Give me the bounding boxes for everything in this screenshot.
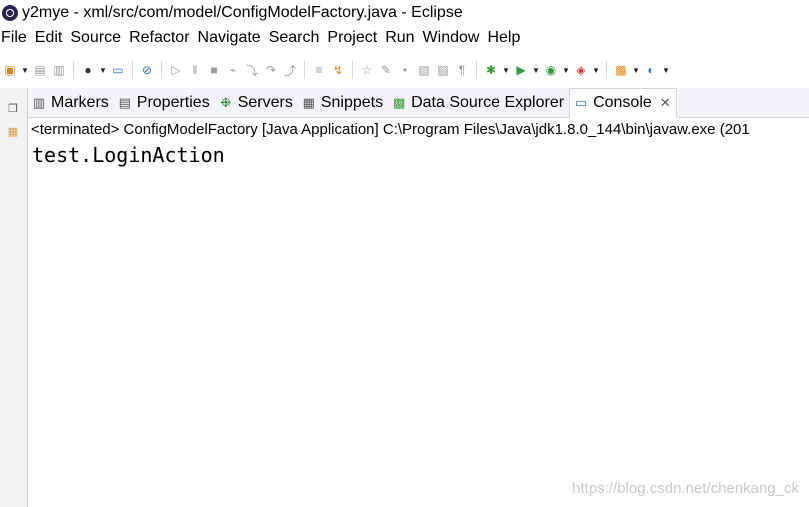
toolbar-separator [304, 61, 305, 79]
snippets-icon: ▦ [302, 94, 315, 110]
run-server-dropdown-caret[interactable]: ▼ [592, 62, 600, 78]
new-class-icon[interactable]: ◐ [643, 62, 659, 78]
console-icon: ▭ [574, 95, 588, 110]
coverage-icon[interactable]: ◉ [543, 62, 559, 78]
menu-search[interactable]: Search [269, 29, 328, 47]
tab-console[interactable]: ▭ Console ✕ [569, 88, 677, 118]
view-tab-strip: ▥ Markers ▤ Properties ❉ Servers ▦ Snipp… [28, 88, 809, 118]
console-output[interactable]: test.LoginAction [32, 142, 225, 168]
watermark: https://blog.csdn.net/chenkang_ck [572, 480, 799, 497]
tab-data-source-explorer[interactable]: ▩ Data Source Explorer [388, 88, 569, 117]
use-step-filters-icon[interactable]: ≡ [311, 62, 327, 78]
terminate-icon[interactable]: ■ [206, 62, 222, 78]
show-whitespace-icon[interactable]: ¶ [454, 62, 470, 78]
menu-help[interactable]: Help [487, 29, 528, 47]
new-icon[interactable]: ▣ [2, 62, 18, 78]
menu-window[interactable]: Window [423, 29, 488, 47]
disconnect-icon[interactable]: ⌁ [225, 62, 241, 78]
menu-source[interactable]: Source [70, 29, 129, 47]
menu-edit[interactable]: Edit [35, 29, 71, 47]
tab-markers[interactable]: ▥ Markers [28, 88, 114, 117]
servers-icon: ❉ [220, 94, 232, 110]
suspend-icon[interactable]: ‖ [187, 62, 203, 78]
new-java-project-icon[interactable]: ▩ [613, 62, 629, 78]
debug-icon[interactable]: ✱ [483, 62, 499, 78]
tab-label: Properties [136, 93, 210, 111]
menu-bar: File Edit Source Refactor Navigate Searc… [0, 26, 809, 50]
step-return-icon[interactable]: ⤴ [282, 62, 298, 78]
toolbar-separator [132, 61, 133, 79]
debug-dropdown-caret[interactable]: ▼ [502, 62, 510, 78]
toggle-breadcrumb-icon[interactable]: ▧ [416, 62, 432, 78]
tab-label: Console [593, 94, 652, 111]
run-dropdown-caret[interactable]: ▼ [532, 62, 540, 78]
tab-properties[interactable]: ▤ Properties [114, 88, 215, 117]
menu-run[interactable]: Run [385, 29, 422, 47]
save-icon[interactable]: ▤ [32, 62, 48, 78]
properties-icon: ▤ [118, 94, 131, 110]
toolbar-separator [606, 61, 607, 79]
mark-occurrences-icon[interactable]: • [397, 62, 413, 78]
data-source-explorer-icon: ▩ [392, 94, 406, 110]
tab-snippets[interactable]: ▦ Snippets [298, 88, 388, 117]
step-into-icon[interactable]: ⤵ [244, 62, 260, 78]
toolbar-separator [73, 61, 74, 79]
markers-icon: ▥ [32, 94, 46, 110]
open-task-icon[interactable]: ↯ [330, 62, 346, 78]
user-icon[interactable]: ● [80, 62, 96, 78]
run-icon[interactable]: ▶ [513, 62, 529, 78]
save-all-icon[interactable]: ▥ [51, 62, 67, 78]
tab-label: Snippets [320, 93, 384, 111]
tab-label: Servers [237, 93, 293, 111]
terminal-icon[interactable]: ▭ [110, 62, 126, 78]
left-trim-bar: ❐ ▦ [0, 88, 28, 507]
window-title: y2mye - xml/src/com/model/ConfigModelFac… [22, 3, 463, 21]
restore-icon[interactable]: ❐ [5, 101, 21, 115]
new-dropdown-caret[interactable]: ▼ [21, 62, 29, 78]
package-explorer-icon[interactable]: ▦ [5, 124, 21, 138]
menu-refactor[interactable]: Refactor [129, 29, 197, 47]
menu-navigate[interactable]: Navigate [198, 29, 269, 47]
block-selection-icon[interactable]: ▨ [435, 62, 451, 78]
console-status-line: <terminated> ConfigModelFactory [Java Ap… [31, 121, 750, 138]
new-class-dropdown-caret[interactable]: ▼ [662, 62, 670, 78]
tab-label: Data Source Explorer [411, 93, 565, 111]
menu-file[interactable]: File [0, 29, 35, 47]
menu-project[interactable]: Project [327, 29, 385, 47]
skip-breakpoints-icon[interactable]: ⊘ [139, 62, 155, 78]
new-project-dropdown-caret[interactable]: ▼ [632, 62, 640, 78]
step-over-icon[interactable]: ↷ [263, 62, 279, 78]
title-bar: y2mye - xml/src/com/model/ConfigModelFac… [0, 0, 809, 25]
pin-icon[interactable]: ☆ [359, 62, 375, 78]
highlight-icon[interactable]: ✎ [378, 62, 394, 78]
run-server-icon[interactable]: ◈ [573, 62, 589, 78]
close-icon[interactable]: ✕ [660, 95, 671, 111]
toolbar-separator [352, 61, 353, 79]
tab-servers[interactable]: ❉ Servers [215, 88, 298, 117]
toolbar-separator [161, 61, 162, 79]
toolbar-separator [476, 61, 477, 79]
resume-icon[interactable]: ▷ [168, 62, 184, 78]
tab-label: Markers [51, 93, 109, 111]
user-dropdown-caret[interactable]: ▼ [99, 62, 107, 78]
main-toolbar: ▣ ▼ ▤ ▥ ● ▼ ▭ ⊘ ▷ ‖ ■ ⌁ ⤵ ↷ ⤴ ≡ ↯ ☆ ✎ • … [0, 56, 809, 84]
eclipse-icon [2, 4, 18, 21]
coverage-dropdown-caret[interactable]: ▼ [562, 62, 570, 78]
